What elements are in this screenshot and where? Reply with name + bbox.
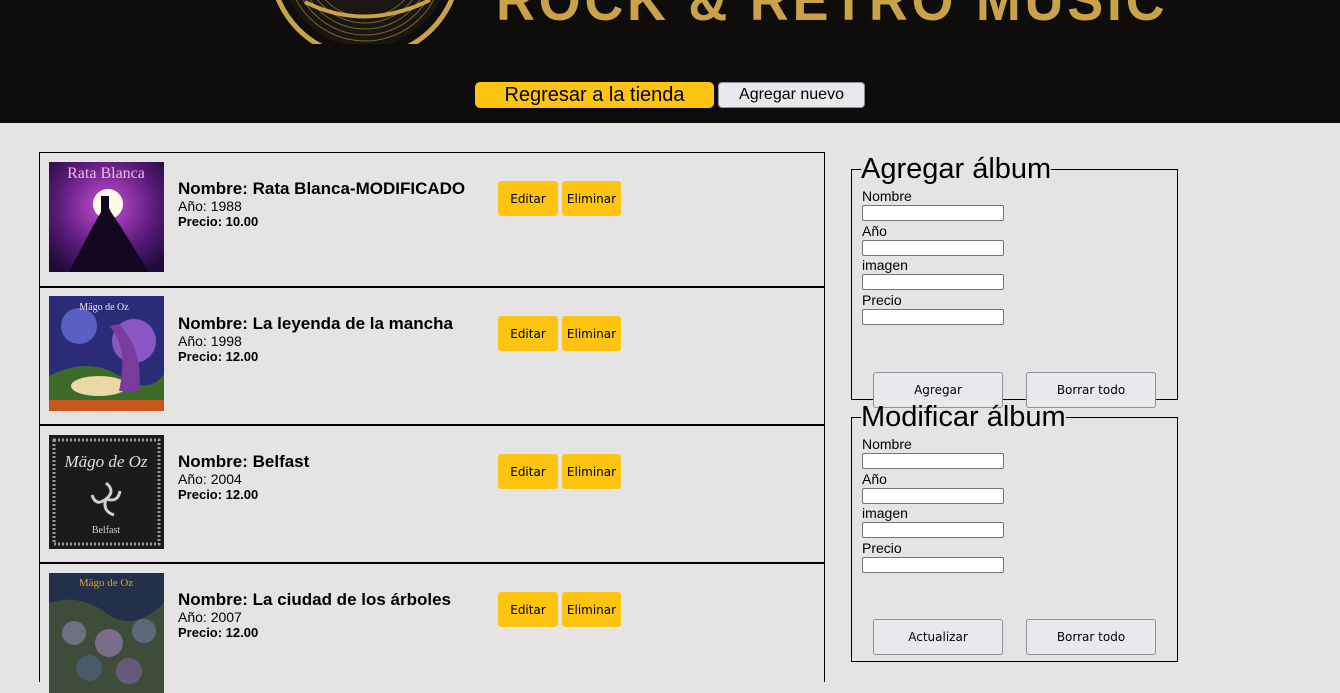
svg-text:Belfast: Belfast (92, 525, 121, 536)
svg-text:Mägo de Oz: Mägo de Oz (79, 577, 133, 589)
album-price: Precio: 12.00 (178, 625, 259, 640)
image-label: imagen (862, 257, 908, 273)
edit-button[interactable]: Editar (498, 592, 558, 627)
album-cover: Mägo de Oz (49, 296, 164, 411)
edit-button[interactable]: Editar (498, 454, 558, 489)
album-cover: Mägo de Oz (49, 573, 164, 693)
album-year: Año: 1998 (178, 333, 242, 349)
album-year: Año: 1988 (178, 198, 242, 214)
album-row: Mägo de Oz Nombre: La ciudad de los árbo… (40, 562, 824, 693)
edit-name-input[interactable] (862, 453, 1004, 469)
delete-button[interactable]: Eliminar (562, 454, 621, 489)
vinyl-record-icon (275, 0, 455, 44)
album-price: Precio: 12.00 (178, 487, 259, 502)
add-album-form: Agregar álbum Nombre Año imagen Precio A… (851, 153, 1178, 408)
year-label: Año (862, 470, 887, 487)
add-image-input[interactable] (862, 274, 1004, 290)
album-price: Precio: 10.00 (178, 214, 259, 229)
update-button[interactable]: Actualizar (873, 619, 1003, 655)
edit-clear-button[interactable]: Borrar todo (1026, 619, 1156, 655)
edit-album-legend: Modificar álbum (861, 401, 1066, 433)
edit-button[interactable]: Editar (498, 316, 558, 351)
delete-button[interactable]: Eliminar (562, 181, 621, 216)
album-row: Rata Blanca Nombre: Rata Blanca-MODIFICA… (40, 152, 824, 286)
price-label: Precio (862, 291, 902, 308)
add-name-input[interactable] (862, 205, 1004, 221)
name-label: Nombre (862, 436, 912, 452)
delete-button[interactable]: Eliminar (562, 592, 621, 627)
add-new-button[interactable]: Agregar nuevo (718, 82, 865, 108)
album-name: Nombre: La leyenda de la mancha (178, 314, 453, 333)
name-label: Nombre (862, 188, 912, 204)
album-cover: Mägo de Oz Belfast (49, 435, 164, 549)
svg-text:Mägo de Oz: Mägo de Oz (79, 302, 129, 313)
album-list: Rata Blanca Nombre: Rata Blanca-MODIFICA… (39, 152, 825, 693)
add-year-input[interactable] (862, 239, 1004, 256)
album-name: Nombre: La ciudad de los árboles (178, 590, 452, 609)
price-label: Precio (862, 539, 902, 556)
add-album-legend: Agregar álbum (861, 153, 1052, 185)
site-header: ROCK & RETRO MUSIC Regresar a la tienda … (0, 0, 1340, 123)
album-name: Nombre: Belfast (178, 452, 310, 471)
album-row: Mägo de Oz Nombre: La leyenda de la manc… (40, 286, 824, 424)
album-year: Año: 2007 (178, 609, 242, 625)
album-price: Precio: 12.00 (178, 349, 259, 364)
edit-price-input[interactable] (862, 556, 1004, 573)
album-name: Nombre: Rata Blanca-MODIFICADO (178, 179, 466, 198)
image-label: imagen (862, 505, 908, 521)
edit-image-input[interactable] (862, 522, 1004, 538)
edit-button[interactable]: Editar (498, 181, 558, 216)
back-to-store-button[interactable]: Regresar a la tienda (475, 82, 714, 108)
svg-text:Rata Blanca: Rata Blanca (67, 165, 145, 182)
add-price-input[interactable] (862, 308, 1004, 325)
album-cover: Rata Blanca (49, 162, 164, 272)
edit-album-form: Modificar álbum Nombre Año imagen Precio… (851, 402, 1178, 662)
album-year: Año: 2004 (178, 471, 242, 487)
year-label: Año (862, 222, 887, 239)
album-row: Mägo de Oz Belfast Nombre: Belfast Año: … (40, 424, 824, 562)
edit-year-input[interactable] (862, 487, 1004, 504)
svg-text:Mägo de Oz: Mägo de Oz (63, 452, 147, 471)
delete-button[interactable]: Eliminar (562, 316, 621, 351)
logo-text: ROCK & RETRO MUSIC (496, 0, 1169, 33)
